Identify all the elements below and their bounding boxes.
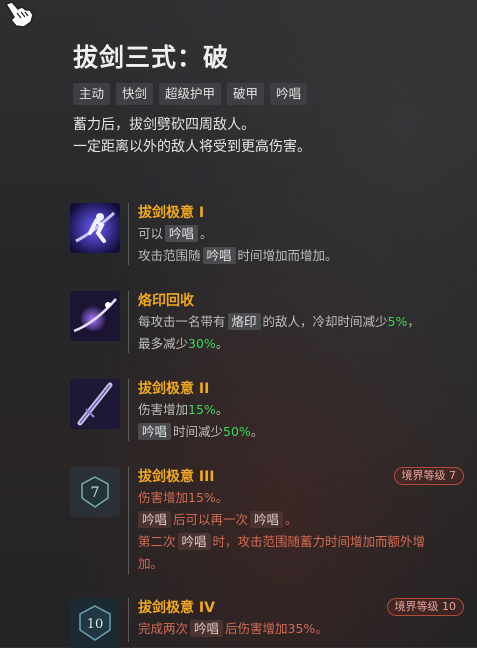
talent-effect: 伤害增加15%。	[138, 490, 229, 505]
keyword-chant: 吟唱	[138, 423, 172, 440]
talent-effect: 每攻击一名带有 烙印 的敌人，冷却时间减少5%，	[138, 311, 468, 333]
talent-effect: 第二次 吟唱 时，攻击范围随蓄力时间增加而额外增	[138, 531, 468, 553]
tag-chant: 吟唱	[270, 83, 308, 105]
hand-cursor-icon	[4, 1, 34, 28]
text: 时间增加而增加。	[237, 248, 338, 263]
text: 最多减少	[138, 336, 189, 351]
talent-effect: 伤害增加15%。	[138, 399, 468, 421]
divider	[128, 598, 129, 642]
bonus-value: 50%	[223, 424, 251, 439]
talent-name: 拔剑极意 II	[138, 381, 210, 397]
talent-name: 烙印回收	[138, 293, 194, 309]
realm-level-badge: 境界等级 10	[386, 598, 464, 616]
text: 时间减少	[173, 424, 224, 439]
text: 。	[215, 402, 229, 417]
text: 。	[200, 226, 213, 241]
tag-super-armor: 超级护甲	[159, 83, 222, 105]
sword-icon	[70, 379, 120, 429]
talent-effect: 攻击范围随 吟唱 时间增加而增加。	[138, 245, 468, 267]
realm-10-icon: 10	[70, 598, 120, 648]
divider	[128, 379, 129, 441]
realm-level-badge: 境界等级 7	[393, 467, 464, 485]
keyword-brand: 烙印	[227, 313, 261, 330]
text: 时，攻击范围随蓄力时间增加而额外增	[212, 534, 426, 549]
text: 第二次	[138, 534, 176, 549]
bonus-value: 30%	[188, 336, 216, 351]
text: 后伤害增加35%。	[225, 621, 328, 636]
keyword-chant: 吟唱	[202, 247, 236, 264]
talent-effect: 吟唱 时间减少50%。	[138, 421, 468, 443]
skill-tags: 主动 快剑 超级护甲 破甲 吟唱	[73, 83, 308, 105]
text: 可以	[138, 226, 164, 241]
text: 。	[285, 512, 298, 527]
purple-orb-icon	[70, 291, 120, 341]
description-line: 一定距离以外的敌人将受到更高伤害。	[73, 139, 311, 155]
description-line: 蓄力后，拔剑劈砍四周敌人。	[73, 117, 255, 133]
text: 每攻击一名带有	[138, 314, 226, 329]
tag-active: 主动	[73, 83, 111, 105]
text: 。	[215, 336, 229, 351]
keyword-chant: 吟唱	[165, 225, 199, 242]
talent-name: 拔剑极意 I	[138, 205, 205, 221]
text: 后可以再一次	[173, 512, 249, 527]
divider	[128, 203, 129, 265]
text: 完成两次	[138, 621, 189, 636]
tag-armor-break: 破甲	[227, 83, 265, 105]
text: 攻击范围随	[138, 248, 201, 263]
svg-text:7: 7	[91, 485, 100, 501]
skill-description: 蓄力后，拔剑劈砍四周敌人。 一定距离以外的敌人将受到更高伤害。	[73, 114, 311, 158]
talent-effect: 完成两次 吟唱 后伤害增加35%。	[138, 618, 468, 640]
talent-effect: 加。	[138, 556, 164, 571]
talent-effect: 吟唱 后可以再一次 吟唱。	[138, 509, 468, 531]
text: 的敌人，冷却时间减少	[262, 314, 388, 329]
realm-7-icon: 7	[70, 467, 120, 517]
text: 。	[250, 424, 264, 439]
tag-quick-sword: 快剑	[116, 83, 154, 105]
keyword-chant: 吟唱	[250, 511, 284, 528]
divider	[128, 291, 129, 353]
bonus-value: 5%	[387, 314, 408, 329]
text: 伤害增加	[138, 402, 189, 417]
talent-effect: 可以 吟唱。	[138, 223, 468, 245]
talent-effect: 最多减少30%。	[138, 333, 468, 355]
keyword-chant: 吟唱	[138, 511, 172, 528]
text: ，	[407, 314, 420, 329]
bonus-value: 15%	[188, 402, 216, 417]
skill-title: 拔剑三式：破	[73, 43, 230, 72]
svg-text:10: 10	[87, 617, 104, 632]
keyword-chant: 吟唱	[190, 620, 224, 637]
keyword-chant: 吟唱	[177, 533, 211, 550]
dash-slash-icon	[70, 203, 120, 253]
divider	[128, 467, 129, 575]
